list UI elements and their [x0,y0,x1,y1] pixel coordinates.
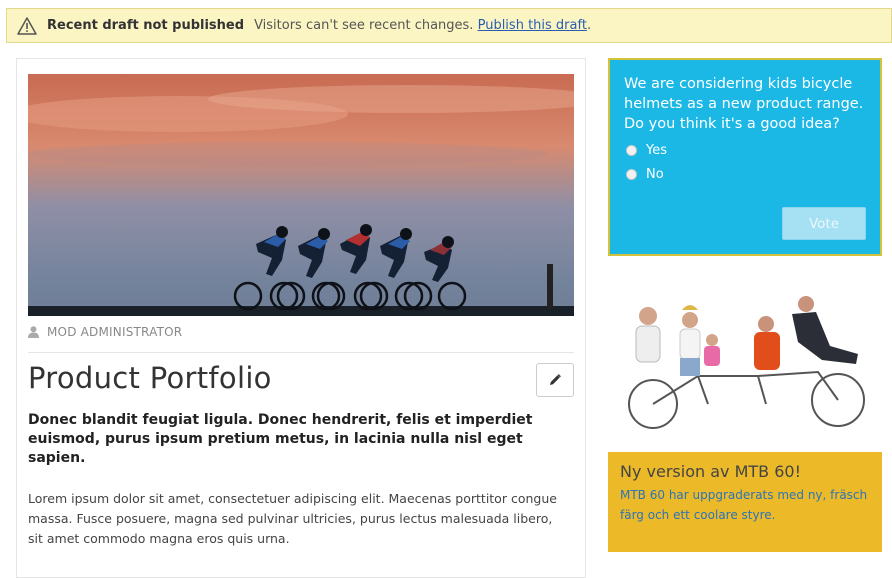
tandem-bicycle-image [608,276,882,448]
page-title: Product Portfolio [28,361,272,395]
hero-image-cyclists [28,74,574,316]
article-lead: Donec blandit feugiat ligula. Donec hend… [28,412,533,466]
radio-yes[interactable] [626,145,637,156]
poll-option-label: No [646,167,664,182]
article-body: Lorem ipsum dolor sit amet, consectetuer… [28,491,557,546]
poll-option-label: Yes [646,143,667,158]
banner-suffix: . [586,18,592,33]
publish-draft-link[interactable]: Publish this draft [478,18,587,33]
poll-option-no[interactable]: No [624,167,866,182]
promo-heading: Ny version av MTB 60! [620,462,801,481]
banner-message: Visitors can't see recent changes. [254,18,474,33]
user-icon [28,326,39,338]
poll-option-yes[interactable]: Yes [624,143,866,158]
vote-button[interactable]: Vote [782,207,866,240]
banner-title: Recent draft not published [47,18,245,33]
warning-icon [17,16,37,35]
edit-button[interactable] [536,363,574,397]
draft-banner: Recent draft not published Visitors can'… [6,8,892,43]
poll-block: We are considering kids bicycle helmets … [608,58,882,256]
radio-no[interactable] [626,169,637,180]
author-name: MOD ADMINISTRATOR [47,325,183,339]
poll-question: We are considering kids bicycle helmets … [624,76,864,132]
promo-text[interactable]: MTB 60 har uppgraderats med ny, fräsch f… [620,485,870,525]
article-card: MOD ADMINISTRATOR Product Portfolio Done… [16,58,586,578]
pencil-icon [549,371,561,390]
article-author: MOD ADMINISTRATOR [28,325,182,339]
promo-block: Ny version av MTB 60! MTB 60 har uppgrad… [608,452,882,552]
divider [28,352,574,353]
